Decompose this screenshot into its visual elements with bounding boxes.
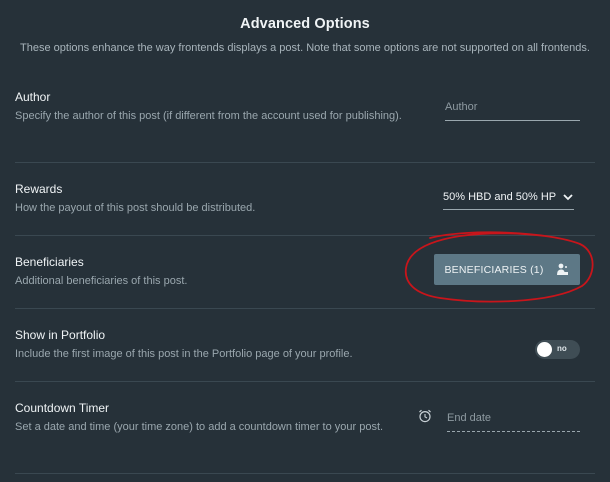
portfolio-toggle[interactable]: no bbox=[535, 340, 580, 359]
countdown-description: Set a date and time (your time zone) to … bbox=[15, 421, 384, 433]
author-input[interactable] bbox=[445, 94, 580, 121]
advanced-options-header: Advanced Options These options enhance t… bbox=[0, 16, 610, 58]
portfolio-label: Show in Portfolio bbox=[15, 328, 106, 342]
annotation-circle bbox=[404, 231, 594, 303]
page-title: Advanced Options bbox=[240, 16, 370, 32]
portfolio-description: Include the first image of this post in … bbox=[15, 348, 353, 360]
chevron-down-icon bbox=[563, 194, 573, 201]
divider bbox=[15, 473, 595, 474]
rewards-description: How the payout of this post should be di… bbox=[15, 202, 256, 214]
end-date-input[interactable] bbox=[447, 405, 580, 432]
beneficiaries-description: Additional beneficiaries of this post. bbox=[15, 275, 188, 287]
toggle-state-label: no bbox=[557, 344, 567, 353]
rewards-selected-value: 50% HBD and 50% HP bbox=[443, 191, 557, 203]
divider bbox=[15, 308, 595, 309]
rewards-select[interactable]: 50% HBD and 50% HP bbox=[443, 191, 575, 210]
author-description: Specify the author of this post (if diff… bbox=[15, 110, 402, 122]
alarm-clock-icon bbox=[419, 409, 431, 423]
page-subtitle: These options enhance the way frontends … bbox=[20, 42, 590, 54]
divider bbox=[15, 381, 595, 382]
toggle-knob bbox=[537, 342, 552, 357]
divider bbox=[15, 162, 595, 163]
portfolio-section: Show in Portfolio Include the first imag… bbox=[15, 327, 595, 364]
